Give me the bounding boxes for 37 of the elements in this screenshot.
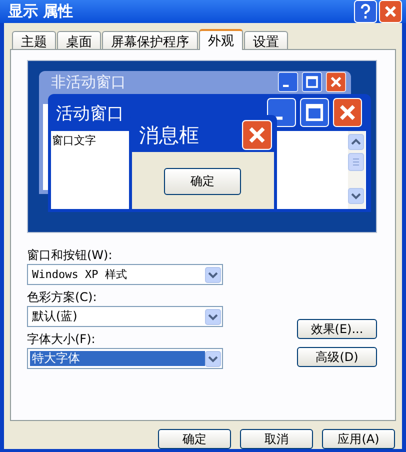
scroll-up-icon[interactable] (348, 134, 364, 150)
scroll-down-icon[interactable] (348, 188, 364, 204)
scrollbar[interactable] (348, 131, 365, 209)
field-label: 色彩方案(C): (27, 289, 98, 306)
window-title: 活动窗口 (56, 103, 124, 125)
close-icon[interactable] (242, 120, 272, 150)
help-icon[interactable] (354, 0, 377, 23)
tab[interactable]: 设置 (244, 31, 288, 49)
dropdown-value: 特大字体 (30, 351, 205, 366)
tab[interactable]: 桌面 (57, 31, 101, 49)
dropdown-value: Windows XP 样式 (31, 267, 128, 282)
field-label: 窗口和按钮(W): (27, 247, 114, 264)
close-icon[interactable] (333, 98, 362, 127)
dialog-button[interactable]: 高级(D) (297, 347, 377, 367)
dialog-button[interactable]: 效果(E)... (297, 319, 377, 339)
ok-button[interactable]: 确定 (164, 168, 241, 195)
dialog-button[interactable]: 应用(A) (322, 429, 395, 449)
field-label: 字体大小(F): (27, 331, 96, 348)
tab[interactable]: 外观 (199, 29, 243, 50)
window-text: 窗口文字 (52, 133, 96, 148)
window-title: 消息框 (139, 122, 199, 149)
close-icon[interactable] (379, 0, 402, 23)
close-icon[interactable] (326, 72, 346, 92)
minimize-icon[interactable] (278, 72, 298, 92)
window-title: 非活动窗口 (51, 73, 126, 91)
dialog-button[interactable]: 确定 (158, 429, 231, 449)
dialog-button[interactable]: 取消 (240, 429, 313, 449)
dropdown[interactable]: Windows XP 样式 (27, 264, 223, 285)
dropdown-value: 默认(蓝) (31, 309, 78, 324)
tab[interactable]: 屏幕保护程序 (102, 31, 198, 49)
tab[interactable]: 主题 (12, 31, 56, 49)
maximize-icon[interactable] (302, 72, 322, 92)
maximize-icon[interactable] (300, 98, 329, 127)
dropdown[interactable]: 特大字体 (27, 348, 223, 369)
scroll-thumb[interactable] (348, 153, 364, 171)
dropdown[interactable]: 默认(蓝) (27, 306, 223, 327)
window-title: 显示 属性 (8, 2, 74, 21)
